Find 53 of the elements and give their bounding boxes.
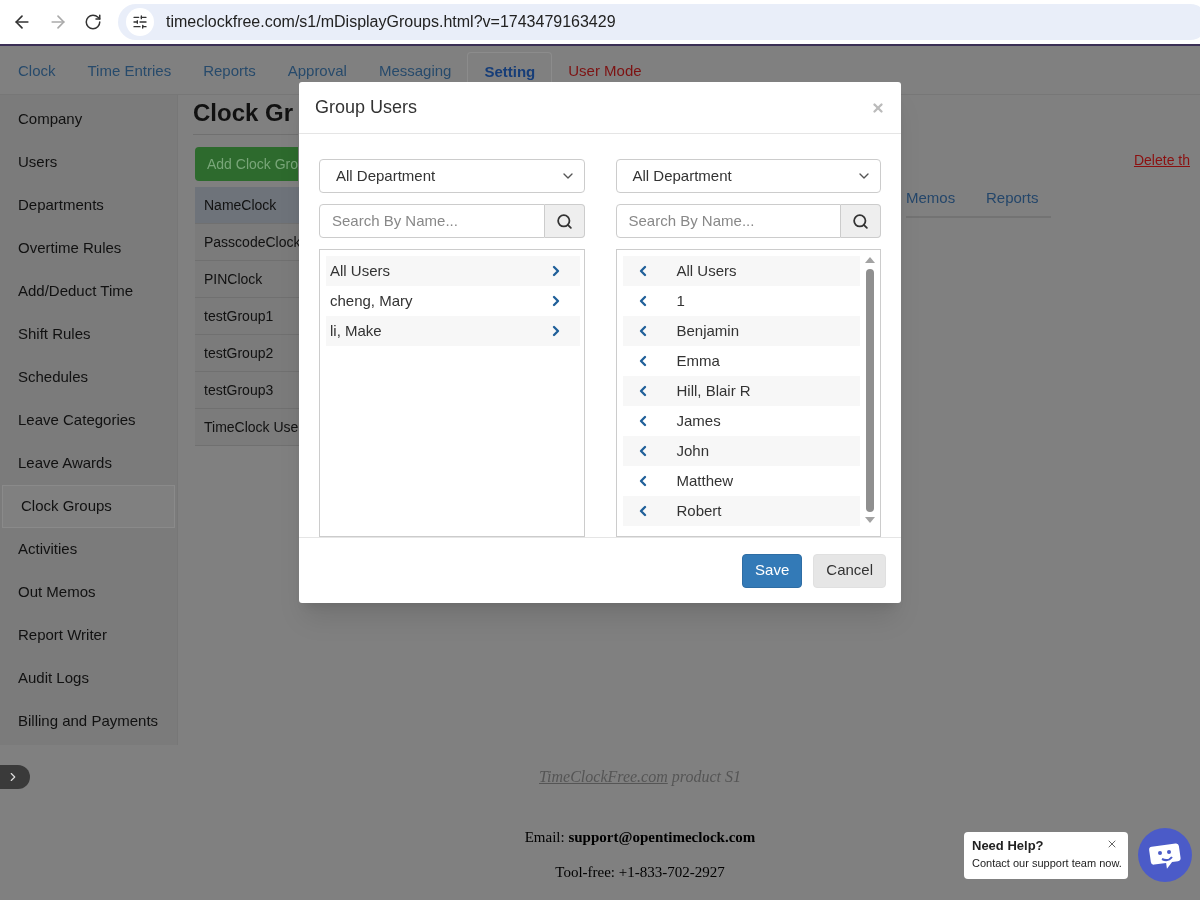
support-phone: Tool-free: +1-833-702-2927	[555, 862, 725, 882]
page-title: Clock Gr	[193, 98, 294, 128]
sidebar-item[interactable]: Departments	[0, 184, 177, 227]
scrollbar[interactable]	[864, 256, 876, 524]
sidebar-item[interactable]: Report Writer	[0, 614, 177, 657]
sidebar-item[interactable]: Billing and Payments	[0, 700, 177, 743]
sidebar-item[interactable]: Company	[0, 98, 177, 141]
sidebar-item[interactable]: Overtime Rules	[0, 227, 177, 270]
search-field[interactable]: Search By Name...	[319, 204, 545, 238]
search-field[interactable]: Search By Name...	[615, 204, 841, 238]
site-settings-icon[interactable]	[132, 14, 148, 30]
sidebar-item[interactable]: Shift Rules	[0, 313, 177, 356]
sidebar-toggle[interactable]	[0, 765, 30, 789]
help-title: Need Help?	[972, 837, 1044, 854]
sidebar-item[interactable]: Clock Groups	[2, 485, 175, 528]
nav-tab[interactable]: Clock	[2, 52, 72, 94]
sidebar-item[interactable]: Leave Categories	[0, 399, 177, 442]
department-select[interactable]: All Department	[615, 159, 881, 193]
nav-tab[interactable]: Reports	[187, 52, 272, 94]
cancel-button[interactable]: Cancel	[813, 553, 886, 588]
add-group-button[interactable]: Add Clock Gro	[195, 147, 298, 181]
user-row[interactable]: li, Make	[326, 316, 580, 346]
sidebar-item[interactable]: Leave Awards	[0, 442, 177, 485]
user-row[interactable]: Benjamin	[622, 316, 860, 346]
user-row[interactable]: Robert	[622, 496, 860, 526]
help-message: Contact our support team now.	[972, 855, 1122, 870]
sidebar-item[interactable]: Activities	[0, 528, 177, 571]
sidebar-item[interactable]: Add/Deduct Time	[0, 270, 177, 313]
group-row[interactable]: NameClock	[195, 187, 299, 224]
reload-icon[interactable]	[84, 13, 102, 31]
search-icon	[852, 212, 869, 230]
support-email: Email: support@opentimeclock.com	[524, 828, 756, 847]
content-tab[interactable]: Reports	[986, 187, 1039, 210]
user-row[interactable]: John	[622, 436, 860, 466]
delete-link[interactable]: Delete th	[1133, 150, 1190, 171]
search-button[interactable]	[544, 204, 585, 238]
sidebar-item[interactable]: Audit Logs	[0, 657, 177, 700]
modal-title: Group Users	[315, 96, 419, 119]
chat-icon[interactable]	[1138, 828, 1192, 882]
search-button[interactable]	[841, 204, 881, 238]
user-row[interactable]: All Users	[622, 256, 860, 286]
department-select[interactable]: All Department	[319, 159, 585, 193]
nav-tab[interactable]: Time Entries	[71, 52, 188, 94]
url-text: timeclockfree.com/s1/mDisplayGroups.html?v=1743479163429	[166, 12, 616, 32]
address-bar[interactable]: timeclockfree.com/s1/mDisplayGroups.html?v=1743479163429	[118, 4, 1200, 40]
save-button[interactable]: Save	[742, 553, 803, 588]
sidebar-item[interactable]: Schedules	[0, 356, 177, 399]
sidebar-item[interactable]: Users	[0, 141, 177, 184]
content-tab[interactable]: Memos	[906, 187, 986, 210]
user-row[interactable]: Hill, Blair R	[622, 376, 860, 406]
search-icon	[555, 212, 573, 230]
user-row[interactable]: All Users	[326, 256, 580, 286]
sidebar-item[interactable]: Out Memos	[0, 571, 177, 614]
